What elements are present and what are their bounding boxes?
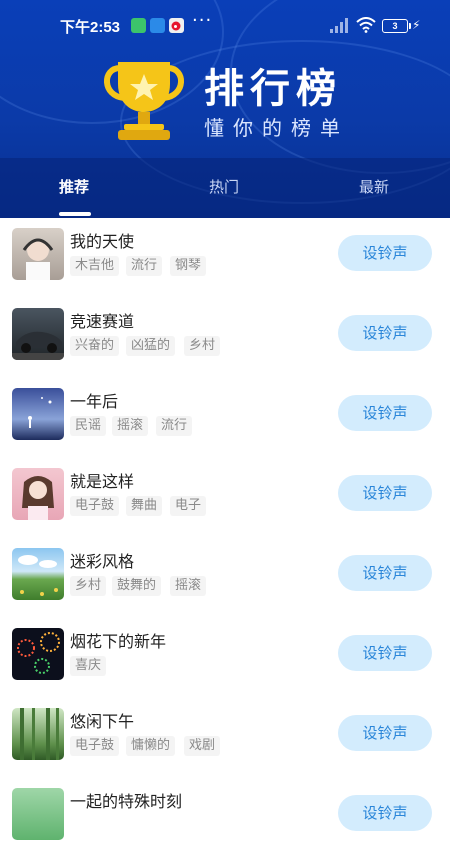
- set-ringtone-button[interactable]: 设铃声: [338, 315, 432, 351]
- song-tag: 乡村: [184, 336, 221, 356]
- song-tag: 钢琴: [170, 256, 207, 276]
- list-item[interactable]: 一年后 民谣 摇滚 流行 设铃声: [0, 378, 450, 458]
- song-title: 烟花下的新年: [70, 632, 167, 651]
- song-title: 迷彩风格: [70, 552, 135, 571]
- set-ringtone-button[interactable]: 设铃声: [338, 395, 432, 431]
- song-tag: 戏剧: [184, 736, 221, 756]
- active-tab-indicator: [59, 212, 91, 216]
- song-title: 一年后: [70, 392, 119, 411]
- song-cover: [12, 628, 64, 680]
- signal-icon: [330, 18, 348, 33]
- wifi-icon: [356, 17, 376, 33]
- song-cover: [12, 388, 64, 440]
- trophy-icon: [104, 62, 184, 140]
- song-tag: 凶猛的: [126, 336, 176, 356]
- song-title: 我的天使: [70, 232, 135, 251]
- weibo-icon: [169, 18, 184, 33]
- song-tag: 流行: [126, 256, 163, 276]
- song-tag: 摇滚: [112, 416, 149, 436]
- list-item[interactable]: 烟花下的新年 喜庆 设铃声: [0, 618, 450, 698]
- status-bar: 下午2:53 ··· 3 ⚡: [0, 0, 450, 52]
- song-tag: 慵懒的: [126, 736, 176, 756]
- set-ringtone-button[interactable]: 设铃声: [338, 715, 432, 751]
- list-item[interactable]: 竞速赛道 兴奋的 凶猛的 乡村 设铃声: [0, 298, 450, 378]
- song-cover: [12, 308, 64, 360]
- song-title: 悠闲下午: [70, 712, 135, 731]
- set-ringtone-button[interactable]: 设铃声: [338, 635, 432, 671]
- set-ringtone-button[interactable]: 设铃声: [338, 795, 432, 831]
- song-tag: 木吉他: [70, 256, 120, 276]
- song-title: 一起的特殊时刻: [70, 792, 183, 811]
- ringtone-list: 我的天使 木吉他 流行 钢琴 设铃声 竞速赛道 兴奋的 凶猛的 乡村 设铃声 一…: [0, 218, 450, 858]
- list-item[interactable]: 悠闲下午 电子鼓 慵懒的 戏剧 设铃声: [0, 698, 450, 778]
- song-cover: [12, 788, 64, 840]
- song-tag: 舞曲: [126, 496, 163, 516]
- song-title: 竞速赛道: [70, 312, 135, 331]
- list-item[interactable]: 一起的特殊时刻 设铃声: [0, 778, 450, 858]
- song-tag: 流行: [156, 416, 193, 436]
- set-ringtone-button[interactable]: 设铃声: [338, 475, 432, 511]
- category-tabs: 推荐 热门 最新: [0, 158, 450, 218]
- song-tag: 电子鼓: [70, 736, 120, 756]
- song-tag: 摇滚: [170, 576, 207, 596]
- list-item[interactable]: 我的天使 木吉他 流行 钢琴 设铃声: [0, 218, 450, 298]
- song-tag: 兴奋的: [70, 336, 120, 356]
- song-title: 就是这样: [70, 472, 135, 491]
- song-cover: [12, 708, 64, 760]
- page-subtitle: 懂你的榜单: [204, 116, 349, 140]
- song-tag: 电子: [170, 496, 207, 516]
- app-blue-icon: [150, 18, 165, 33]
- song-tag: 民谣: [70, 416, 107, 436]
- song-tag: 电子鼓: [70, 496, 120, 516]
- app-green-icon: [131, 18, 146, 33]
- song-cover: [12, 548, 64, 600]
- status-time: 下午2:53: [60, 19, 121, 36]
- header-banner: 下午2:53 ··· 3 ⚡ 排行榜 懂你的榜单 推荐 热门 最新: [0, 0, 450, 218]
- more-status-dots: ···: [192, 10, 213, 31]
- song-cover: [12, 468, 64, 520]
- set-ringtone-button[interactable]: 设铃声: [338, 235, 432, 271]
- list-item[interactable]: 迷彩风格 乡村 鼓舞的 摇滚 设铃声: [0, 538, 450, 618]
- list-item[interactable]: 就是这样 电子鼓 舞曲 电子 设铃声: [0, 458, 450, 538]
- battery-icon: 3: [382, 19, 411, 33]
- song-cover: [12, 228, 64, 280]
- charging-icon: ⚡: [412, 18, 421, 32]
- song-tag: 鼓舞的: [112, 576, 162, 596]
- song-tag: 乡村: [70, 576, 107, 596]
- page-title: 排行榜: [204, 67, 342, 111]
- tab-recommended[interactable]: 推荐: [59, 176, 89, 197]
- tab-latest[interactable]: 最新: [359, 176, 389, 197]
- tab-hot[interactable]: 热门: [209, 176, 239, 197]
- song-tag: 喜庆: [70, 656, 107, 676]
- set-ringtone-button[interactable]: 设铃声: [338, 555, 432, 591]
